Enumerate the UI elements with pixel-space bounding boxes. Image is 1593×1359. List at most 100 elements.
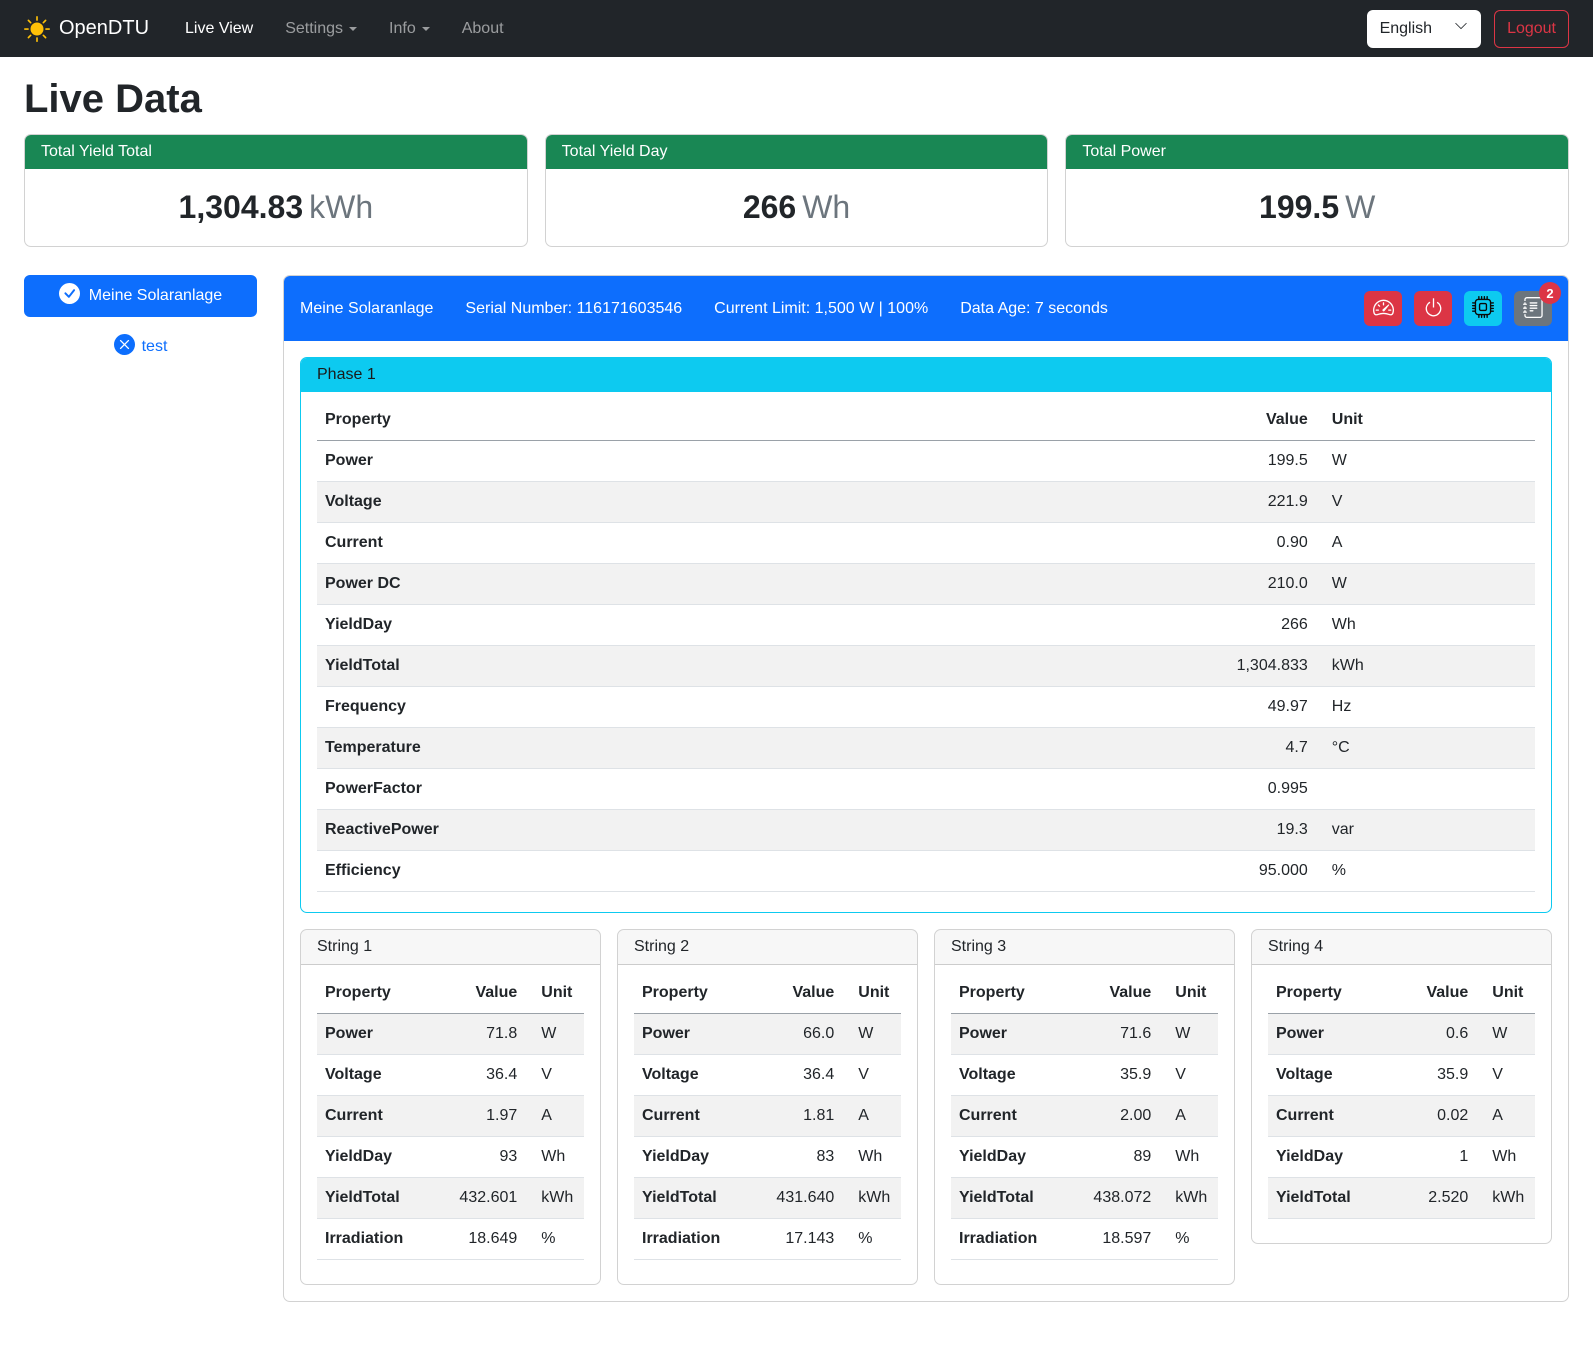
table-row: YieldDay 266 Wh [317, 605, 1535, 646]
string-body: Property Value Unit [301, 965, 600, 1284]
total-unit: W [1345, 189, 1375, 225]
total-card: Total Yield Total 1,304.83kWh [24, 134, 528, 247]
limit-settings-button[interactable] [1364, 291, 1402, 326]
inverter-data-age: Data Age: 7 seconds [960, 300, 1108, 318]
table-row: Efficiency 95.000 % [317, 851, 1535, 892]
row-property: YieldDay [634, 1137, 746, 1178]
table-row: YieldDay 83 Wh [634, 1137, 901, 1178]
journal-icon [1523, 297, 1544, 321]
row-value: 36.4 [746, 1055, 842, 1096]
chevron-down-icon [1454, 19, 1468, 38]
table-row: Power 0.6 W [1268, 1014, 1535, 1055]
nav-item-about[interactable]: About [446, 12, 520, 46]
device-info-button[interactable] [1464, 291, 1502, 326]
column-header-unit: Unit [842, 973, 901, 1014]
check-circle-icon [59, 283, 80, 309]
row-unit: kWh [1316, 646, 1535, 687]
row-property: ReactivePower [317, 810, 1145, 851]
row-value: 35.9 [1063, 1055, 1159, 1096]
string-title: String 4 [1252, 930, 1551, 965]
row-property: Voltage [1268, 1055, 1380, 1096]
row-unit: W [1316, 564, 1535, 605]
logout-button[interactable]: Logout [1494, 10, 1569, 48]
row-value: 95.000 [1145, 851, 1316, 892]
row-property: YieldTotal [317, 1178, 429, 1219]
row-unit: % [525, 1219, 584, 1260]
table-row: Voltage 36.4 V [634, 1055, 901, 1096]
nav-item-info[interactable]: Info [373, 12, 446, 46]
string-table-body: Power 0.6 W Voltage 35.9 [1268, 1014, 1535, 1219]
language-select[interactable]: English [1367, 10, 1481, 48]
row-unit: Wh [1316, 605, 1535, 646]
event-log-button[interactable]: 2 [1514, 291, 1552, 326]
row-unit: V [842, 1055, 901, 1096]
phase-body: Property Value Unit Power [301, 392, 1551, 912]
table-row: YieldDay 89 Wh [951, 1137, 1218, 1178]
row-value: 2.520 [1380, 1178, 1476, 1219]
row-property: Frequency [317, 687, 1145, 728]
inverter-name: Meine Solaranlage [300, 300, 433, 318]
nav-item-settings[interactable]: Settings [269, 12, 373, 46]
column-header-property: Property [317, 973, 429, 1014]
table-row: YieldDay 1 Wh [1268, 1137, 1535, 1178]
column-header-unit: Unit [525, 973, 584, 1014]
inverter-serial: Serial Number: 116171603546 [465, 300, 682, 318]
row-unit: kWh [1476, 1178, 1535, 1219]
chevron-down-icon [349, 27, 357, 31]
row-property: YieldDay [317, 1137, 429, 1178]
row-unit: kWh [525, 1178, 584, 1219]
row-value: 19.3 [1145, 810, 1316, 851]
string-table: Property Value Unit [1268, 973, 1535, 1219]
power-button[interactable] [1414, 291, 1452, 326]
selected-inverter-button[interactable]: Meine Solaranlage [24, 275, 257, 317]
column-header-value: Value [429, 973, 525, 1014]
column-header-unit: Unit [1476, 973, 1535, 1014]
row-value: 35.9 [1380, 1055, 1476, 1096]
string-table: Property Value Unit [634, 973, 901, 1260]
row-unit: Wh [525, 1137, 584, 1178]
nav-links: Live View Settings Info About [169, 12, 520, 46]
total-card-body: 199.5W [1066, 169, 1568, 246]
table-row: YieldTotal 432.601 kWh [317, 1178, 584, 1219]
table-row: YieldTotal 2.520 kWh [1268, 1178, 1535, 1219]
row-property: YieldTotal [634, 1178, 746, 1219]
row-property: Power [317, 441, 1145, 482]
row-property: Current [317, 523, 1145, 564]
row-property: YieldTotal [951, 1178, 1063, 1219]
string-body: Property Value Unit [1252, 965, 1551, 1243]
row-unit: A [1159, 1096, 1218, 1137]
row-value: 89 [1063, 1137, 1159, 1178]
row-unit: W [1476, 1014, 1535, 1055]
row-unit: V [1159, 1055, 1218, 1096]
table-row: YieldTotal 438.072 kWh [951, 1178, 1218, 1219]
row-value: 266 [1145, 605, 1316, 646]
page-container: Live Data Total Yield Total 1,304.83kWh … [0, 77, 1593, 1314]
row-value: 18.597 [1063, 1219, 1159, 1260]
string-body: Property Value Unit [618, 965, 917, 1284]
row-property: Efficiency [317, 851, 1145, 892]
row-property: YieldDay [951, 1137, 1063, 1178]
table-row: Current 1.81 A [634, 1096, 901, 1137]
inverter-card-body: Phase 1 Property Value Unit [284, 341, 1568, 1301]
selected-inverter-label: Meine Solaranlage [89, 287, 222, 305]
table-row: YieldTotal 1,304.833 kWh [317, 646, 1535, 687]
nav-item-live-view[interactable]: Live View [169, 12, 269, 46]
brand[interactable]: OpenDTU [24, 16, 149, 42]
table-row: Voltage 36.4 V [317, 1055, 584, 1096]
total-unit: Wh [802, 189, 850, 225]
table-row: Irradiation 17.143 % [634, 1219, 901, 1260]
row-value: 93 [429, 1137, 525, 1178]
row-unit: Wh [1159, 1137, 1218, 1178]
table-row: Power 71.8 W [317, 1014, 584, 1055]
inverter-item-test[interactable]: test [114, 334, 168, 360]
total-card-body: 266Wh [546, 169, 1048, 246]
row-value: 199.5 [1145, 441, 1316, 482]
events-badge: 2 [1539, 282, 1561, 304]
total-value: 266 [743, 189, 796, 225]
row-unit: V [1476, 1055, 1535, 1096]
table-row: Irradiation 18.649 % [317, 1219, 584, 1260]
phase-table-body: Power 199.5 W Voltage 221.9 V [317, 441, 1535, 892]
row-unit: °C [1316, 728, 1535, 769]
row-unit: W [1159, 1014, 1218, 1055]
row-property: YieldDay [317, 605, 1145, 646]
